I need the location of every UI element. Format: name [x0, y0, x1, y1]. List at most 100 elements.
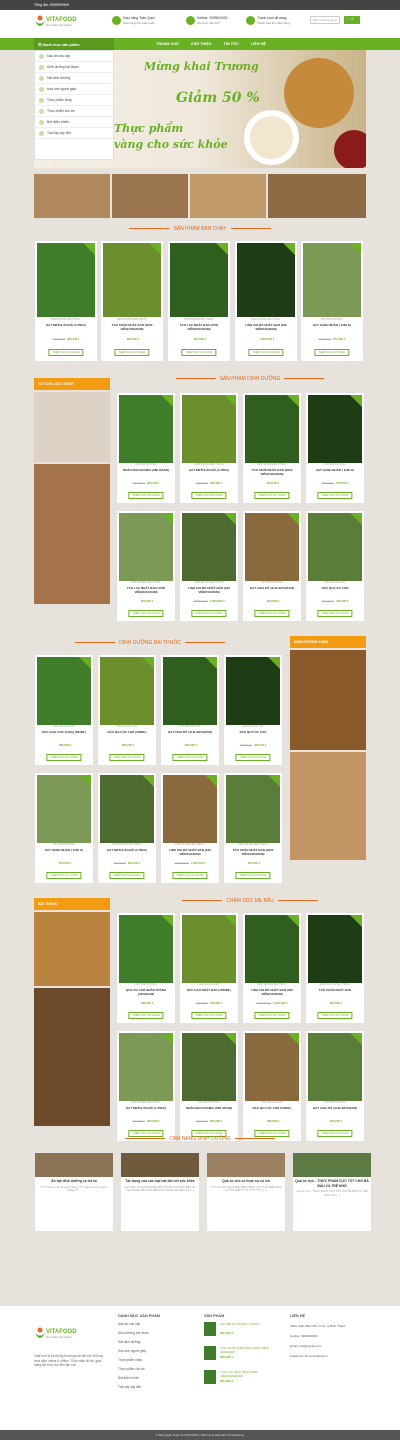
news-card[interactable]: Quả óc chó có thực sự có ích???? TÁO ĐỎ …: [206, 1152, 286, 1232]
footer-contact-line[interactable]: Email: mail@gmail.com: [290, 1344, 366, 1349]
product-card[interactable]: DINH DƯỠNG BÀI THUỐC LINH CHI ĐỎ NHẬT BẢN…: [242, 912, 302, 1024]
product-card[interactable]: HẠT DINH DƯỠNG HẠT CHIA MỸ (2LB=907GRAM) 2…: [242, 510, 302, 622]
product-image[interactable]: [100, 657, 154, 726]
product-image[interactable]: [303, 243, 361, 318]
news-card[interactable]: Quả óc chó – THỰC PHẨM CỰC TỐT CHO BÀ BẦ…: [292, 1152, 372, 1232]
product-image[interactable]: [308, 513, 362, 582]
footer-product-name[interactable]: TẢO LỤC NHẬT BẢN (1550 VIÊN/310GRAM): [220, 1370, 280, 1378]
news-card[interactable]: Ăn hạt dinh dưỡng có tốt ko???? Hạt óc c…: [34, 1152, 114, 1232]
product-image[interactable]: [245, 513, 299, 582]
product-card[interactable]: DINH DƯỠNG BÀI THUỐC TẢO XOẮN NHẬT BẢN (2…: [100, 240, 164, 362]
product-card[interactable]: DẦU ĂN CAO CẤP DẦU GẠO NHẬT BẢN (1500ML) 2…: [179, 912, 239, 1024]
footer-product-name[interactable]: HẠT METHI ẤN ĐỘ (1.25KG): [220, 1322, 280, 1326]
nav-item[interactable]: TIN TỨC: [218, 38, 245, 50]
product-name[interactable]: HẠT METHI ẤN ĐỘ (1.25KG): [181, 468, 237, 472]
product-card[interactable]: DINH DƯỠNG BÀI THUỐC TẢO LỤC NHẬT BẢN (15…: [116, 510, 176, 622]
nav-item[interactable]: GIỚI THIỆU: [185, 38, 218, 50]
category-item[interactable]: Dinh dưỡng bài thuốc: [35, 62, 113, 73]
add-to-cart-button[interactable]: THÊM VÀO GIỎ HÀNG: [235, 753, 271, 761]
product-card[interactable]: DẦU ĂN CAO CẤP DẦU CHIA CỎC (CHIA) (500ML…: [34, 654, 94, 766]
category-item[interactable]: Thực phẩm cho bé: [35, 106, 113, 117]
product-name[interactable]: HẠT CHIA MỸ (2LB=907GRAM): [307, 1106, 363, 1110]
product-card[interactable]: DINH DƯỠNG BÀI THUỐC LINH CHI ĐỎ NHẬT BẢN…: [234, 240, 298, 362]
add-to-cart-button[interactable]: THÊM VÀO GIỎ HÀNG: [109, 753, 145, 761]
product-image[interactable]: [226, 775, 280, 844]
add-to-cart-button[interactable]: THÊM VÀO GIỎ HÀNG: [317, 491, 353, 499]
category-item[interactable]: Thực phẩm chay: [35, 95, 113, 106]
product-name[interactable]: HẠT CHIA MỸ (2LB=907GRAM): [162, 730, 218, 734]
footer-product-thumb[interactable]: [204, 1322, 216, 1336]
product-name[interactable]: HẠT HẠNH NHÂN ( 1160 G): [302, 323, 362, 327]
product-image[interactable]: [103, 243, 161, 318]
category-item[interactable]: Hoa chè người giấy: [35, 84, 113, 95]
footer-logo[interactable]: VITAFOOD thực phẩm dinh dưỡng: [34, 1326, 77, 1346]
category-item[interactable]: Bột thiên nhiên: [35, 117, 113, 128]
product-name[interactable]: DẦU QUẢ ÓC CHÓ (500ML): [99, 730, 155, 734]
add-to-cart-button[interactable]: THÊM VÀO GIỎ HÀNG: [248, 349, 284, 357]
site-logo[interactable]: VITAFOOD thực phẩm dinh dưỡng: [34, 14, 77, 34]
add-to-cart-button[interactable]: THÊM VÀO GIỎ HÀNG: [172, 871, 208, 879]
add-to-cart-button[interactable]: THÊM VÀO GIỎ HÀNG: [114, 349, 150, 357]
footer-category-link[interactable]: Thực phẩm chay: [118, 1358, 142, 1362]
product-card[interactable]: DINH DƯỠNG BÀI THUỐC LINH CHI ĐỎ NHẬT BẢN…: [179, 510, 239, 622]
product-image[interactable]: [245, 915, 299, 984]
footer-contact-line[interactable]: Facebook: fb.com/webdemo: [290, 1354, 366, 1359]
product-name[interactable]: DẦU GẠO NHẬT BẢN (1500ML): [181, 988, 237, 992]
product-card[interactable]: DINH DƯỠNG BÀI THUỐC TẢO XOẮN NHẬT BẢN 650…: [305, 912, 365, 1024]
add-to-cart-button[interactable]: THÊM VÀO GIỎ HÀNG: [181, 349, 217, 357]
product-card[interactable]: DẦU ĂN CAO CẤP DẦU QUẢ ÓC CHÓ 490.000 ₫ 433…: [305, 510, 365, 622]
product-card[interactable]: HẠT DINH DƯỠNG NHÂN MACADAMIA (680 GRAM) 4…: [179, 1030, 239, 1142]
product-card[interactable]: DINH DƯỠNG BÀI THUỐC TẢO XOẮN NHẬT BẢN (2…: [242, 392, 302, 504]
promo-image-4[interactable]: [268, 174, 366, 218]
product-card[interactable]: DINH DƯỠNG BÀI THUỐC HẠT METHI ẤN ĐỘ (1.2…: [97, 772, 157, 884]
product-image[interactable]: [226, 657, 280, 726]
product-name[interactable]: TẢO XOẮN NHẬT BẢN (2200 VIÊN/440GRAM): [225, 848, 281, 856]
product-card[interactable]: DINH DƯỠNG BÀI THUỐC HẠT METHI ẤN ĐỘ (1.2…: [116, 1030, 176, 1142]
category-item[interactable]: Dầu ăn cao cấp: [35, 51, 113, 62]
product-card[interactable]: HẠT DINH DƯỠNG HẠT CHIA MỸ (2LB=907GRAM) 2…: [305, 1030, 365, 1142]
add-to-cart-button[interactable]: THÊM VÀO GIỎ HÀNG: [172, 753, 208, 761]
product-name[interactable]: HẠT CHIA MỸ (2LB=907GRAM): [244, 586, 300, 590]
product-card[interactable]: HẠT DINH DƯỠNG NHÂN MACADAMIA (680 GRAM) 4…: [116, 392, 176, 504]
product-name[interactable]: NHÂN MACADAMIA (680 GRAM): [181, 1106, 237, 1110]
footer-category-link[interactable]: Hạt dinh dưỡng: [118, 1340, 140, 1344]
add-to-cart-button[interactable]: THÊM VÀO GIỎ HÀNG: [191, 491, 227, 499]
product-image[interactable]: [182, 513, 236, 582]
product-card[interactable]: HẠT DINH DƯỠNG HẠT CHIA MỸ (2LB=907GRAM) 2…: [160, 654, 220, 766]
product-image[interactable]: [100, 775, 154, 844]
news-card[interactable]: Tác dụng của các loại hạt đối với sức kh…: [120, 1152, 200, 1232]
product-card[interactable]: DẦU ĂN CAO CẤP DẦU QUẢ ÓC CHÓ (500ML) 580.…: [97, 654, 157, 766]
nav-item[interactable]: LIÊN HỆ: [245, 38, 272, 50]
product-image[interactable]: [163, 775, 217, 844]
promo-image-2[interactable]: [112, 174, 188, 218]
product-name[interactable]: QUẢ ÓC CHÓ NHÂN TRẮNG (400GRAM): [118, 988, 174, 996]
add-to-cart-button[interactable]: THÊM VÀO GIỎ HÀNG: [46, 753, 82, 761]
nav-item[interactable]: TRANG CHỦ: [150, 38, 185, 50]
product-image[interactable]: [119, 1033, 173, 1102]
category-menu-button[interactable]: ☰ Danh mục sản phẩm: [34, 38, 114, 50]
product-image[interactable]: [308, 915, 362, 984]
add-to-cart-button[interactable]: THÊM VÀO GIỎ HÀNG: [191, 609, 227, 617]
product-image[interactable]: [119, 513, 173, 582]
add-to-cart-button[interactable]: THÊM VÀO GIỎ HÀNG: [314, 349, 350, 357]
product-card[interactable]: HẠT DINH DƯỠNG QUẢ ÓC CHÓ NHÂN TRẮNG (400…: [116, 912, 176, 1024]
category-item[interactable]: Hạt dinh dưỡng: [35, 73, 113, 84]
product-card[interactable]: DINH DƯỠNG BÀI THUỐC TẢO LỤC NHẬT BẢN (15…: [167, 240, 231, 362]
add-to-cart-button[interactable]: THÊM VÀO GIỎ HÀNG: [191, 1011, 227, 1019]
product-image[interactable]: [182, 1033, 236, 1102]
product-name[interactable]: HẠT HẠNH NHÂN ( 1160 G): [36, 848, 92, 852]
footer-contact-line[interactable]: Hotline: 0999000000: [290, 1334, 366, 1339]
news-title[interactable]: Quả óc chó – THỰC PHẨM CỰC TỐT CHO BÀ BẦ…: [293, 1177, 371, 1188]
add-to-cart-button[interactable]: THÊM VÀO GIỎ HÀNG: [254, 491, 290, 499]
product-name[interactable]: DẦU CHIA CỎC (CHIA) (500ML): [36, 730, 92, 734]
news-title[interactable]: Tác dụng của các loại hạt đối với sức kh…: [121, 1177, 199, 1184]
add-to-cart-button[interactable]: THÊM VÀO GIỎ HÀNG: [235, 871, 271, 879]
news-image[interactable]: [207, 1153, 285, 1177]
product-card[interactable]: DINH DƯỠNG BÀI THUỐC HẠT METHI ẤN ĐỘ (1.2…: [179, 392, 239, 504]
footer-product-thumb[interactable]: [204, 1370, 216, 1384]
product-name[interactable]: TẢO LỤC NHẬT BẢN (1550 VIÊN/310GRAM): [118, 586, 174, 594]
promo-image-1[interactable]: [34, 174, 110, 218]
product-name[interactable]: LINH CHI ĐỎ NHẬT BẢN (180 VIÊN/54GRAM): [236, 323, 296, 331]
add-to-cart-button[interactable]: THÊM VÀO GIỎ HÀNG: [317, 1011, 353, 1019]
product-name[interactable]: DẦU QUẢ ÓC CHÓ: [307, 586, 363, 590]
